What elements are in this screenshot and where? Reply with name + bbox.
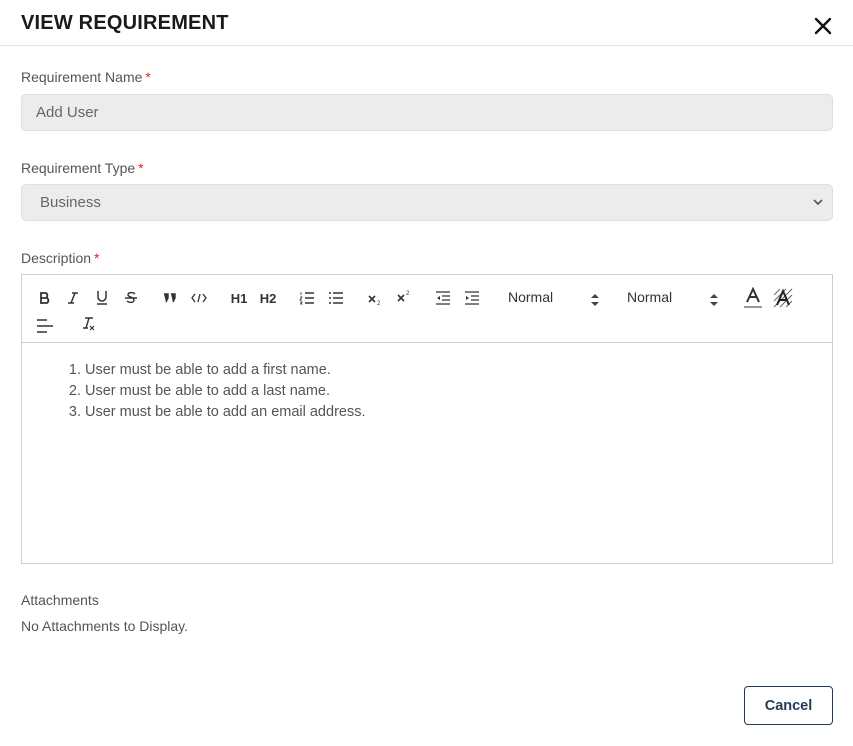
underline-icon[interactable] <box>91 287 113 309</box>
dialog-header: VIEW REQUIREMENT <box>0 0 853 46</box>
superscript-icon[interactable]: 2 <box>393 286 415 308</box>
description-label: Description * <box>21 250 99 266</box>
attachments-empty-text: No Attachments to Display. <box>21 618 189 634</box>
editor-content[interactable]: User must be able to add a first name. U… <box>22 344 832 423</box>
requirement-type-label: Requirement Type * <box>21 160 144 176</box>
strike-icon[interactable] <box>120 287 142 309</box>
requirement-name-label-text: Requirement Name <box>21 69 143 85</box>
attachments-label: Attachments <box>21 592 99 608</box>
indent-icon[interactable] <box>461 287 483 309</box>
picker-value: Normal <box>508 289 554 305</box>
picker-value: Normal <box>627 289 673 305</box>
ordered-list-icon[interactable] <box>296 287 318 309</box>
bold-icon[interactable] <box>34 287 56 309</box>
code-icon[interactable] <box>188 287 210 309</box>
up-down-icon <box>709 293 719 310</box>
text-color-icon[interactable] <box>742 287 764 309</box>
cancel-button[interactable]: Cancel <box>744 686 833 725</box>
align-icon[interactable] <box>34 315 56 337</box>
required-marker: * <box>94 250 100 266</box>
list-item: User must be able to add a last name. <box>85 381 832 402</box>
h2-icon[interactable]: H2 <box>256 287 280 309</box>
list-item: User must be able to add a first name. <box>85 360 832 381</box>
dialog-title: VIEW REQUIREMENT <box>21 12 229 34</box>
editor-toolbar: H1 H2 2 2 Normal Normal <box>22 275 832 343</box>
h1-icon[interactable]: H1 <box>227 287 251 309</box>
h2-label: H2 <box>259 290 277 306</box>
list-item: User must be able to add an email addres… <box>85 402 832 423</box>
requirement-name-label: Requirement Name * <box>21 69 151 85</box>
subscript-icon[interactable]: 2 <box>364 288 386 310</box>
font-size-picker[interactable]: Normal <box>627 289 719 311</box>
chevron-down-icon <box>812 195 824 209</box>
clear-format-icon[interactable] <box>77 313 99 335</box>
h1-label: H1 <box>230 290 248 306</box>
description-editor: H1 H2 2 2 Normal Normal 1. User must be … <box>21 274 833 564</box>
requirement-type-select[interactable]: Business <box>21 184 833 221</box>
outdent-icon[interactable] <box>432 287 454 309</box>
requirement-type-label-text: Requirement Type <box>21 160 136 176</box>
requirement-type-value: Business <box>40 194 101 211</box>
requirement-name-input[interactable]: Add User <box>21 94 833 131</box>
description-list: User must be able to add a first name. U… <box>85 360 832 423</box>
requirement-name-value: Add User <box>36 104 99 121</box>
bullet-list-icon[interactable] <box>325 287 347 309</box>
background-color-icon[interactable] <box>772 287 794 309</box>
up-down-icon <box>590 293 600 310</box>
close-icon[interactable] <box>812 15 834 37</box>
required-marker: * <box>138 160 144 176</box>
description-label-text: Description <box>21 250 92 266</box>
required-marker: * <box>145 69 151 85</box>
svg-text:2: 2 <box>377 301 381 306</box>
header-size-picker[interactable]: Normal <box>508 289 600 311</box>
italic-icon[interactable] <box>62 287 84 309</box>
blockquote-icon[interactable] <box>159 287 181 309</box>
svg-text:2: 2 <box>406 291 410 297</box>
